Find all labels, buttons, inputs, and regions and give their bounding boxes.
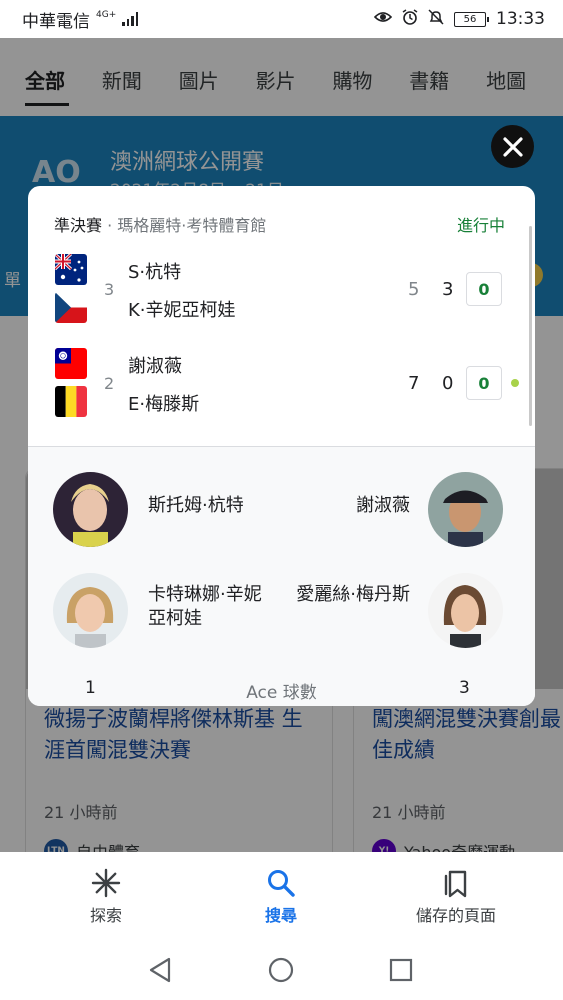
system-navigation-bar xyxy=(0,940,563,1000)
battery-icon: 56 xyxy=(454,11,489,27)
stat-left-value: 1 xyxy=(85,678,96,698)
nav-search-label: 搜尋 xyxy=(264,906,297,925)
signal-icon xyxy=(122,12,139,26)
bookmarks-icon xyxy=(396,866,516,900)
search-icon xyxy=(221,866,341,900)
player-name: K·辛妮亞柯娃 xyxy=(128,300,236,321)
team-seed: 3 xyxy=(104,280,115,299)
close-button[interactable] xyxy=(491,125,534,168)
close-icon xyxy=(502,136,523,157)
set-score: 0 xyxy=(442,373,454,394)
match-popup: 準決賽 · 瑪格麗特·考特體育館 進行中 3 S·杭特 K·辛妮亞柯娃 5 3 … xyxy=(28,186,535,706)
player-full-name: 謝淑薇 xyxy=(356,495,410,516)
belgium-flag-icon xyxy=(55,386,87,417)
avatar xyxy=(53,573,128,648)
taiwan-flag-icon xyxy=(55,348,87,379)
asterisk-icon xyxy=(46,866,166,900)
ace-stat-row: Ace 球數 1 3 xyxy=(28,676,535,704)
player-full-name: 卡特琳娜·辛妮亞柯娃 xyxy=(148,584,262,629)
avatar xyxy=(428,472,503,547)
game-score: 0 xyxy=(466,366,502,400)
player-name: S·杭特 xyxy=(128,262,182,283)
player-name: 謝淑薇 xyxy=(128,356,182,377)
avatar xyxy=(428,573,503,648)
player-full-name: 斯托姆·杭特 xyxy=(148,495,244,516)
status-bar: 中華電信 4G+ 56 13:33 xyxy=(0,0,563,38)
game-score: 0 xyxy=(466,272,502,306)
match-row[interactable]: 3 S·杭特 K·辛妮亞柯娃 5 3 0 xyxy=(28,252,535,332)
avatar xyxy=(53,472,128,547)
network-type: 4G+ xyxy=(96,9,117,20)
battery-level: 56 xyxy=(463,13,477,25)
nav-explore-label: 探索 xyxy=(89,906,122,925)
home-icon[interactable] xyxy=(268,957,294,987)
nav-saved-label: 儲存的頁面 xyxy=(415,906,496,925)
alarm-icon xyxy=(402,9,418,29)
stat-right-value: 3 xyxy=(459,678,470,698)
nav-explore[interactable]: 探索 xyxy=(46,866,166,926)
match-row[interactable]: 2 謝淑薇 E·梅滕斯 7 0 0 xyxy=(28,346,535,426)
match-round-header: 準決賽 · 瑪格麗特·考特體育館 xyxy=(54,216,267,235)
bottom-navigation: 探索 搜尋 儲存的頁面 xyxy=(0,852,563,940)
back-icon[interactable] xyxy=(147,957,173,987)
set-score: 7 xyxy=(408,373,420,394)
eye-icon xyxy=(373,10,393,28)
set-score: 5 xyxy=(408,279,420,300)
recents-icon[interactable] xyxy=(388,957,414,987)
carrier-info: 中華電信 4G+ xyxy=(22,7,139,32)
player-full-name: 愛麗絲·梅丹斯 xyxy=(296,584,410,605)
nav-search[interactable]: 搜尋 xyxy=(221,866,341,926)
match-status: 進行中 xyxy=(456,216,505,235)
czech-flag-icon xyxy=(55,292,87,323)
set-score: 3 xyxy=(442,279,454,300)
carrier-name: 中華電信 xyxy=(22,11,90,32)
match-venue: 瑪格麗特·考特體育館 xyxy=(117,216,267,235)
match-round: 準決賽 xyxy=(54,216,103,235)
clock: 13:33 xyxy=(496,9,545,29)
serving-indicator-icon xyxy=(511,379,519,387)
nav-saved[interactable]: 儲存的頁面 xyxy=(396,866,516,926)
team-seed: 2 xyxy=(104,374,115,393)
player-name: E·梅滕斯 xyxy=(128,394,200,415)
australia-flag-icon xyxy=(55,254,87,285)
mute-bell-icon xyxy=(428,9,444,29)
